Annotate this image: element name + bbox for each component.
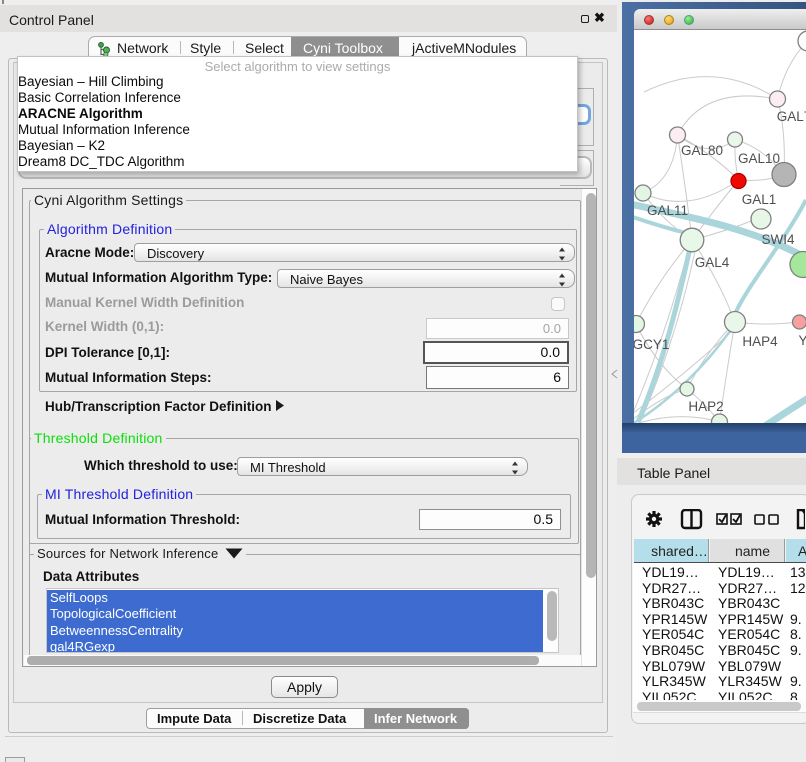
svg-text:HAP2: HAP2 [688,399,723,414]
svg-text:HAP4: HAP4 [742,334,778,349]
svg-text:GCY1: GCY1 [634,337,669,352]
svg-text:GAL11: GAL11 [647,203,688,218]
svg-text:Y: Y [798,333,806,348]
svg-text:GAL80: GAL80 [681,143,723,158]
svg-text:GAL1: GAL1 [742,192,777,207]
svg-text:GAL4: GAL4 [695,255,730,270]
svg-text:GAL10: GAL10 [738,151,780,166]
svg-text:SWI4: SWI4 [761,232,794,247]
svg-text:GAL7: GAL7 [777,109,806,124]
